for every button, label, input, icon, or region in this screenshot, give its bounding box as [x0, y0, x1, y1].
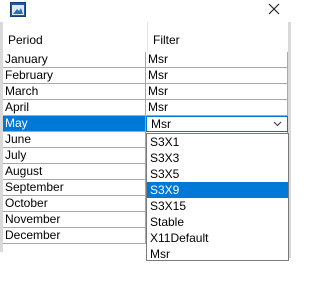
dropdown-option[interactable]: X11Default — [147, 230, 288, 246]
table-row[interactable]: May Msr — [3, 116, 288, 132]
period-cell[interactable]: April — [3, 100, 146, 116]
column-header-period[interactable]: Period — [3, 22, 148, 56]
app-window-icon — [10, 2, 26, 17]
dropdown-option[interactable]: S3X15 — [147, 198, 288, 214]
filter-combobox[interactable]: Msr — [146, 116, 288, 132]
period-cell[interactable]: January — [3, 52, 146, 68]
dropdown-option[interactable]: Msr — [147, 246, 288, 262]
period-cell[interactable]: November — [3, 212, 146, 228]
filter-cell[interactable]: Msr — [146, 68, 288, 84]
period-cell[interactable]: August — [3, 164, 146, 180]
table-row[interactable]: April Msr — [3, 100, 288, 116]
column-header-filter[interactable]: Filter — [148, 22, 288, 56]
period-cell[interactable]: October — [3, 196, 146, 212]
title-bar — [0, 0, 291, 22]
filter-dropdown-list[interactable]: S3X1 S3X3 S3X5 S3X9 S3X15 Stable X11Default Msr — [146, 133, 289, 261]
dropdown-option[interactable]: Stable — [147, 214, 288, 230]
period-cell[interactable]: July — [3, 148, 146, 164]
table-row[interactable]: January Msr — [3, 52, 288, 68]
period-cell[interactable]: September — [3, 180, 146, 196]
period-cell[interactable]: May — [3, 116, 146, 132]
period-cell[interactable]: December — [3, 228, 146, 244]
close-icon[interactable] — [266, 1, 282, 17]
column-header-label: Filter — [153, 33, 180, 47]
filter-cell[interactable]: Msr — [146, 100, 288, 116]
chevron-down-icon[interactable] — [273, 120, 282, 127]
column-header-label: Period — [8, 33, 43, 47]
period-cell[interactable]: March — [3, 84, 146, 100]
period-cell[interactable]: February — [3, 68, 146, 84]
filter-combobox-value: Msr — [151, 117, 171, 131]
filter-cell[interactable]: Msr — [146, 52, 288, 68]
table-row[interactable]: February Msr — [3, 68, 288, 84]
dropdown-option[interactable]: S3X9 — [147, 182, 288, 198]
filter-cell[interactable]: Msr — [146, 84, 288, 100]
period-cell[interactable]: June — [3, 132, 146, 148]
dropdown-option[interactable]: S3X3 — [147, 150, 288, 166]
dropdown-option[interactable]: S3X5 — [147, 166, 288, 182]
dropdown-option[interactable]: S3X1 — [147, 134, 288, 150]
table-row[interactable]: March Msr — [3, 84, 288, 100]
